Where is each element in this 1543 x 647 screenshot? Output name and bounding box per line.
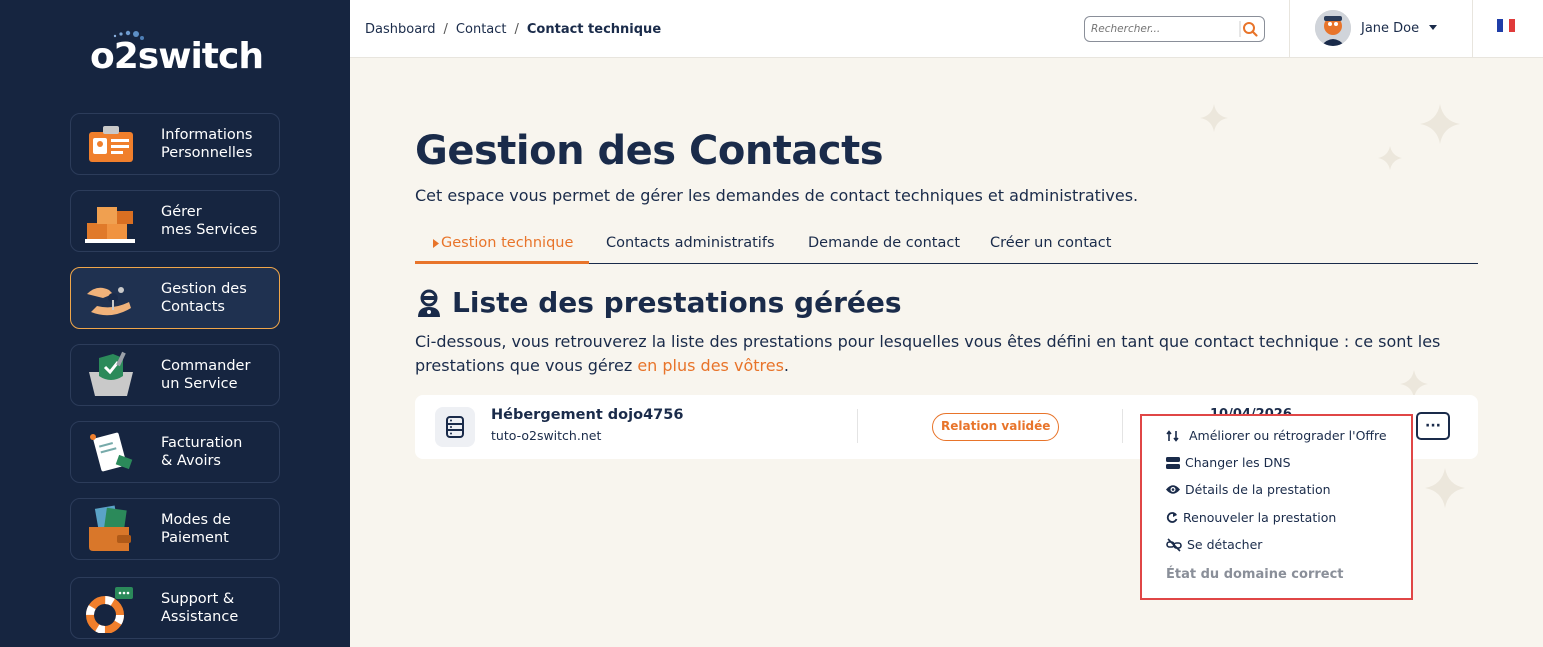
topbar-divider xyxy=(1289,0,1290,58)
arrows-swap-icon xyxy=(1166,429,1179,442)
menu-item-label: Renouveler la prestation xyxy=(1183,510,1337,525)
wallet-icon xyxy=(81,501,141,557)
topbar: Dashboard / Contact / Contact technique … xyxy=(350,0,1543,58)
shopping-basket-icon xyxy=(81,347,141,403)
tab-label: Demande de contact xyxy=(808,235,961,251)
chevron-down-icon xyxy=(1429,25,1438,30)
sidebar-item-label: Commander un Service xyxy=(161,358,251,392)
technician-icon xyxy=(418,289,440,317)
sidebar-item-facturation[interactable]: Facturation & Avoirs xyxy=(70,421,280,483)
search-box xyxy=(1084,16,1265,42)
search-input[interactable] xyxy=(1091,19,1231,39)
flag-fr-icon[interactable] xyxy=(1497,19,1515,32)
avatar xyxy=(1315,10,1351,46)
menu-item-se-detacher[interactable]: Se détacher xyxy=(1166,537,1262,552)
tabs: Gestion technique Contacts administratif… xyxy=(415,226,1478,264)
domain-status: État du domaine correct xyxy=(1166,567,1344,582)
column-divider xyxy=(1122,409,1123,443)
section-description: Ci-dessous, vous retrouverez la liste de… xyxy=(415,330,1475,378)
sidebar-item-label: Support & Assistance xyxy=(161,591,239,625)
section-desc-end: . xyxy=(783,356,789,375)
invoice-icon xyxy=(81,424,141,480)
user-name: Jane Doe xyxy=(1361,20,1420,36)
unlink-icon xyxy=(1166,537,1182,552)
breadcrumb-separator: / xyxy=(443,22,448,37)
logo-text: o2switch xyxy=(90,36,264,77)
sidebar-item-commander-service[interactable]: Commander un Service xyxy=(70,344,280,406)
sidebar-item-label: Informations Personnelles xyxy=(161,127,253,161)
tab-label: Créer un contact xyxy=(990,235,1112,251)
menu-item-ameliorer-offre[interactable]: Améliorer ou rétrograder l'Offre xyxy=(1166,428,1387,443)
sidebar-item-modes-paiement[interactable]: Modes de Paiement xyxy=(70,498,280,560)
user-menu[interactable]: Jane Doe xyxy=(1315,10,1438,46)
more-actions-button[interactable]: ··· xyxy=(1416,412,1450,440)
server-icon xyxy=(1166,456,1180,469)
breadcrumb-separator: / xyxy=(514,22,519,37)
breadcrumb-dashboard[interactable]: Dashboard xyxy=(365,22,436,37)
handshake-keys-icon xyxy=(81,270,141,326)
section-title: Liste des prestations gérées xyxy=(416,286,902,319)
actions-dropdown: Améliorer ou rétrograder l'Offre Changer… xyxy=(1140,414,1413,600)
menu-item-label: Améliorer ou rétrograder l'Offre xyxy=(1189,428,1387,443)
tab-label: Contacts administratifs xyxy=(606,235,775,251)
breadcrumb: Dashboard / Contact / Contact technique xyxy=(365,22,661,37)
menu-item-changer-dns[interactable]: Changer les DNS xyxy=(1166,455,1291,470)
refresh-icon xyxy=(1166,511,1178,523)
sidebar-item-support[interactable]: Support & Assistance xyxy=(70,577,280,639)
o2switch-logo[interactable]: o2switch xyxy=(90,30,264,80)
sidebar-item-label: Modes de Paiement xyxy=(161,512,231,546)
section-desc-text: Ci-dessous, vous retrouverez la liste de… xyxy=(415,332,1441,375)
tab-creer-contact[interactable]: Créer un contact xyxy=(990,226,1111,264)
caret-right-icon xyxy=(433,239,439,248)
link-en-plus-des-votres[interactable]: en plus des vôtres xyxy=(637,356,784,375)
sidebar-item-gerer-services[interactable]: Gérer mes Services xyxy=(70,190,280,252)
boxes-icon xyxy=(81,193,141,249)
tab-gestion-technique[interactable]: Gestion technique xyxy=(415,226,589,264)
column-divider xyxy=(857,409,858,443)
sidebar-item-label: Facturation & Avoirs xyxy=(161,435,243,469)
menu-item-label: Détails de la prestation xyxy=(1185,482,1331,497)
service-domain: tuto-o2switch.net xyxy=(491,428,602,443)
section-title-text: Liste des prestations gérées xyxy=(452,286,902,319)
eye-icon xyxy=(1166,485,1180,494)
tab-demande-contact[interactable]: Demande de contact xyxy=(808,226,960,264)
menu-item-renouveler[interactable]: Renouveler la prestation xyxy=(1166,510,1336,525)
tab-label: Gestion technique xyxy=(441,235,574,251)
id-card-icon xyxy=(81,116,141,172)
topbar-divider xyxy=(1472,0,1473,58)
search-icon[interactable] xyxy=(1238,19,1260,39)
service-name[interactable]: Hébergement dojo4756 xyxy=(491,407,683,423)
menu-item-details-prestation[interactable]: Détails de la prestation xyxy=(1166,482,1331,497)
sidebar-item-label: Gérer mes Services xyxy=(161,204,258,238)
sidebar-item-gestion-contacts[interactable]: Gestion des Contacts xyxy=(70,267,280,329)
breadcrumb-contact[interactable]: Contact xyxy=(456,22,507,37)
breadcrumb-current: Contact technique xyxy=(526,22,662,37)
status-badge: Relation validée xyxy=(932,413,1060,441)
tab-contacts-administratifs[interactable]: Contacts administratifs xyxy=(606,226,775,264)
page-description: Cet espace vous permet de gérer les dema… xyxy=(415,186,1139,205)
page-title: Gestion des Contacts xyxy=(415,128,884,174)
server-icon xyxy=(435,407,475,447)
sidebar-item-informations-personnelles[interactable]: Informations Personnelles xyxy=(70,113,280,175)
lifebuoy-icon xyxy=(81,580,141,636)
sidebar-item-label: Gestion des Contacts xyxy=(161,281,247,315)
menu-item-label: Changer les DNS xyxy=(1185,455,1291,470)
menu-item-label: Se détacher xyxy=(1187,537,1263,552)
sidebar: o2switch Informations Personnelles Gérer… xyxy=(0,0,350,647)
